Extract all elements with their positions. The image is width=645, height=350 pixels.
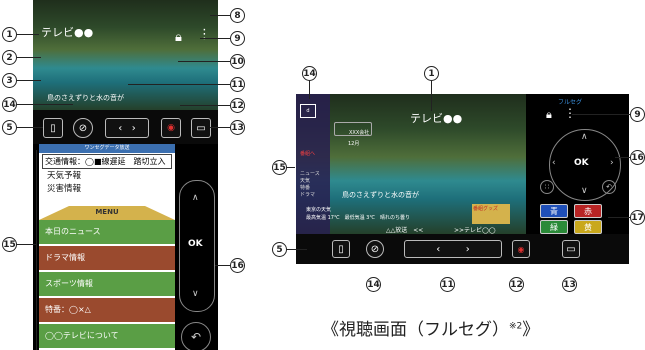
back-icon[interactable]: ↶ (602, 180, 616, 194)
subtitle-text: 鳥のさえずりと水の音が (47, 94, 124, 102)
remote-panel: ∧ OK ∨ ↶ (175, 144, 218, 350)
menu-item-news[interactable]: 本日のニュース (39, 220, 175, 244)
data-broadcast-area[interactable]: ワンセグデータ放送 交通情報：◯■線遅延 踏切立入 天気予報 災害情報 MENU… (39, 144, 175, 350)
record-button[interactable]: ◉ (161, 118, 181, 138)
callout-1-right: 1 (424, 66, 439, 81)
down-arrow-icon[interactable]: ∨ (192, 289, 199, 299)
callout-11-left: 11 (230, 77, 245, 92)
epg-line-1: XXX会社 (349, 130, 370, 136)
epg-line-2: 12月 (348, 141, 360, 147)
epg-info: XXX会社 (334, 122, 372, 136)
more-options-icon[interactable]: ⋮ (198, 27, 211, 42)
channel-switch-buttons[interactable]: ‹ › (105, 118, 149, 138)
callout-8: 8 (230, 8, 245, 23)
sidemenu-item-drama[interactable]: ドラマ (300, 191, 315, 198)
lock-icon[interactable]: 🔒︎ (546, 108, 552, 122)
ok-button[interactable]: OK (188, 239, 203, 249)
dpad-pill[interactable]: ∧ OK ∨ (179, 180, 215, 312)
callout-13-right: 13 (562, 277, 577, 292)
ticker-line-2: 最高気温 17℃ 最低気温 3℃ 晴れのち曇り (306, 215, 410, 221)
menu-header: MENU (39, 206, 175, 220)
disaster-link[interactable]: 災害情報 (47, 183, 175, 196)
menu-item-special[interactable]: 特番：◯×△ (39, 298, 175, 322)
channel-name: テレビ●● (410, 112, 463, 125)
channel-name: テレビ●● (41, 26, 94, 39)
callout-10: 10 (230, 54, 245, 69)
blue-button[interactable]: 青 (540, 204, 568, 218)
next-channel-label[interactable]: >>テレビ◯◯ (454, 225, 496, 234)
up-arrow-icon[interactable]: ∧ (192, 193, 199, 203)
remote-icon[interactable]: ▯ (43, 118, 63, 138)
back-icon[interactable]: ↶ (181, 322, 211, 350)
menu-item-sports[interactable]: スポーツ情報 (39, 272, 175, 296)
menu-label: MENU (95, 208, 119, 216)
callout-16-right: 16 (630, 150, 645, 165)
callout-11-right: 11 (440, 277, 455, 292)
data-broadcast-header: ワンセグデータ放送 (39, 144, 175, 153)
callout-15-right: 15 (272, 160, 287, 175)
window-switch-icon[interactable]: ▭ (562, 240, 580, 258)
more-options-icon[interactable]: ⋮ (564, 106, 576, 120)
menu-item-about[interactable]: ◯◯テレビについて (39, 324, 175, 348)
yellow-button[interactable]: 黄 (574, 220, 602, 234)
callout-17: 17 (630, 210, 645, 225)
menu-item-drama[interactable]: ドラマ情報 (39, 246, 175, 270)
caption-note: ※2 (509, 321, 523, 332)
ticker-line-1: 東京の天気 (306, 207, 332, 213)
sidemenu-item-weather[interactable]: 天気 (300, 177, 310, 184)
ok-button[interactable]: OK (574, 158, 589, 168)
window-switch-icon[interactable]: ▭ (191, 118, 211, 138)
data-side-menu[interactable]: d 番組へ ニュース 天気 特番 ドラマ (296, 94, 330, 234)
callout-16-left: 16 (230, 258, 245, 273)
callout-14-right-top: 14 (302, 66, 317, 81)
callout-1: 1 (2, 27, 17, 42)
callout-5-left: 5 (2, 120, 17, 135)
subtitle-text: 鳥のさえずりと水の音が (342, 191, 419, 199)
sidemenu-tag: 番組へ (300, 151, 316, 157)
left-arrow-icon[interactable]: ‹ (552, 158, 556, 168)
red-button[interactable]: 赤 (574, 204, 602, 218)
traffic-info[interactable]: 交通情報：◯■線遅延 踏切立入 (42, 154, 172, 169)
remote-icon[interactable]: ▯ (332, 240, 350, 258)
callout-15-left: 15 (2, 237, 17, 252)
weather-link[interactable]: 天気予報 (47, 170, 175, 183)
no-subtitle-icon[interactable]: ⊘ (73, 118, 93, 138)
callout-14-left: 14 (2, 97, 17, 112)
callout-12-left: 12 (230, 98, 245, 113)
numpad-icon[interactable]: ∷ (540, 180, 554, 194)
screen-caption: 《視聴画面（フルセグ）※2》 (322, 320, 540, 340)
right-arrow-icon[interactable]: › (610, 158, 614, 168)
oneseg-phone-screen: テレビ●● 🔒︎ ⋮ 鳥のさえずりと水の音が ▯ ⊘ ‹ › ◉ ▭ ワンセグデ… (33, 0, 218, 350)
callout-3: 3 (2, 73, 17, 88)
no-subtitle-icon[interactable]: ⊘ (366, 240, 384, 258)
callout-13-left: 13 (230, 120, 245, 135)
callout-2: 2 (2, 50, 17, 65)
fullseg-phone-screen: d 番組へ ニュース 天気 特番 ドラマ XXX会社 12月 テレビ●● 鳥のさ… (296, 94, 629, 264)
goods-panel[interactable]: 番組グッズ (472, 204, 510, 224)
channel-switch-buttons[interactable]: ‹ › (404, 240, 502, 258)
sidemenu-item-news[interactable]: ニュース (300, 170, 320, 177)
control-row: ▯ ⊘ ‹ › ◉ ▭ (33, 110, 218, 144)
control-row: ▯ ⊘ ‹ › ◉ ▭ (296, 234, 629, 264)
green-button[interactable]: 緑 (540, 220, 568, 234)
down-arrow-icon[interactable]: ∨ (581, 186, 588, 196)
up-arrow-icon[interactable]: ∧ (581, 132, 588, 142)
lock-icon[interactable]: 🔒︎ (175, 30, 182, 45)
callout-14-right: 14 (366, 277, 381, 292)
callout-9-right: 9 (630, 107, 645, 122)
dlogo-icon: d (300, 104, 316, 118)
sidemenu-item-special[interactable]: 特番 (300, 184, 310, 191)
callout-12-right: 12 (509, 277, 524, 292)
caption-text: 《視聴画面（フルセグ） (322, 320, 509, 340)
prev-channel-label[interactable]: △△放送 << (386, 225, 423, 234)
fullseg-brand: フルセグ (558, 99, 583, 106)
callout-9-left: 9 (230, 31, 245, 46)
record-button[interactable]: ◉ (512, 240, 530, 258)
callout-5-right: 5 (272, 242, 287, 257)
